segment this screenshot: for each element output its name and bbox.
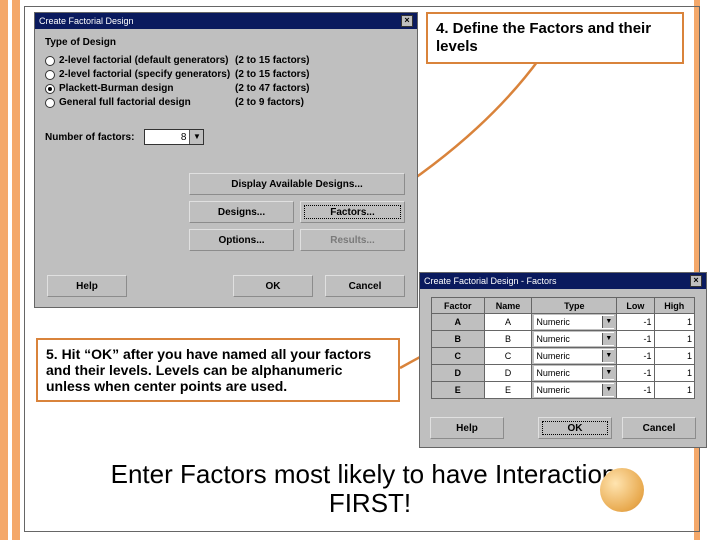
results-button: Results...	[300, 229, 405, 251]
factors-dialog: Create Factorial Design - Factors × Fact…	[419, 272, 707, 448]
type-cell[interactable]: Numeric▼	[532, 331, 617, 348]
options-button[interactable]: Options...	[189, 229, 294, 251]
column-header: Name	[484, 298, 532, 314]
factor-cell: B	[432, 331, 485, 348]
radio-icon	[45, 98, 55, 108]
high-cell[interactable]: 1	[654, 314, 694, 331]
low-cell[interactable]: -1	[617, 382, 654, 399]
factor-cell: C	[432, 348, 485, 365]
name-cell[interactable]: C	[484, 348, 532, 365]
instruction-text: Enter Factors most likely to have Intera…	[110, 460, 630, 517]
design-type-option[interactable]: 2-level factorial (default generators)(2…	[45, 55, 407, 66]
factors-button[interactable]: Factors...	[300, 201, 405, 223]
decorative-sphere	[600, 468, 644, 512]
ok-button[interactable]: OK	[538, 417, 612, 439]
column-header: High	[654, 298, 694, 314]
column-header: Factor	[432, 298, 485, 314]
dialog-titlebar: Create Factorial Design - Factors ×	[420, 273, 706, 289]
number-of-factors-value: 8	[145, 132, 189, 143]
cancel-button[interactable]: Cancel	[622, 417, 696, 439]
option-range: (2 to 9 factors)	[235, 97, 304, 108]
design-type-option[interactable]: Plackett-Burman design(2 to 47 factors)	[45, 83, 407, 94]
display-available-designs-button[interactable]: Display Available Designs...	[189, 173, 405, 195]
dialog-title: Create Factorial Design	[39, 16, 134, 26]
option-range: (2 to 47 factors)	[235, 83, 309, 94]
table-row: EENumeric▼-11	[432, 382, 695, 399]
high-cell[interactable]: 1	[654, 348, 694, 365]
factors-table: FactorNameTypeLowHigh AANumeric▼-11BBNum…	[431, 297, 695, 399]
cancel-button[interactable]: Cancel	[325, 275, 405, 297]
type-cell[interactable]: Numeric▼	[532, 365, 617, 382]
factor-cell: D	[432, 365, 485, 382]
option-range: (2 to 15 factors)	[235, 55, 309, 66]
callout-step-4: 4. Define the Factors and their levels	[426, 12, 684, 64]
option-label: Plackett-Burman design	[59, 83, 235, 94]
dialog-title: Create Factorial Design - Factors	[424, 276, 557, 286]
option-range: (2 to 15 factors)	[235, 69, 309, 80]
factor-cell: A	[432, 314, 485, 331]
name-cell[interactable]: B	[484, 331, 532, 348]
close-icon[interactable]: ×	[690, 275, 702, 287]
dialog-titlebar: Create Factorial Design ×	[35, 13, 417, 29]
table-row: AANumeric▼-11	[432, 314, 695, 331]
column-header: Low	[617, 298, 654, 314]
option-label: 2-level factorial (default generators)	[59, 55, 235, 66]
name-cell[interactable]: D	[484, 365, 532, 382]
type-of-design-label: Type of Design	[35, 29, 417, 52]
radio-icon	[45, 84, 55, 94]
callout-step-5: 5. Hit “OK” after you have named all you…	[36, 338, 400, 402]
number-of-factors-select[interactable]: 8 ▼	[144, 129, 204, 145]
design-type-option[interactable]: 2-level factorial (specify generators)(2…	[45, 69, 407, 80]
type-cell[interactable]: Numeric▼	[532, 382, 617, 399]
name-cell[interactable]: E	[484, 382, 532, 399]
column-header: Type	[532, 298, 617, 314]
radio-icon	[45, 70, 55, 80]
high-cell[interactable]: 1	[654, 365, 694, 382]
table-row: CCNumeric▼-11	[432, 348, 695, 365]
type-cell[interactable]: Numeric▼	[532, 314, 617, 331]
factor-cell: E	[432, 382, 485, 399]
chevron-down-icon: ▼	[602, 384, 614, 396]
name-cell[interactable]: A	[484, 314, 532, 331]
low-cell[interactable]: -1	[617, 365, 654, 382]
chevron-down-icon: ▼	[602, 367, 614, 379]
chevron-down-icon: ▼	[602, 350, 614, 362]
option-label: General full factorial design	[59, 97, 235, 108]
option-label: 2-level factorial (specify generators)	[59, 69, 235, 80]
chevron-down-icon: ▼	[189, 130, 203, 144]
table-row: DDNumeric▼-11	[432, 365, 695, 382]
chevron-down-icon: ▼	[602, 316, 614, 328]
help-button[interactable]: Help	[430, 417, 504, 439]
ok-button[interactable]: OK	[233, 275, 313, 297]
type-cell[interactable]: Numeric▼	[532, 348, 617, 365]
low-cell[interactable]: -1	[617, 331, 654, 348]
high-cell[interactable]: 1	[654, 331, 694, 348]
close-icon[interactable]: ×	[401, 15, 413, 27]
low-cell[interactable]: -1	[617, 314, 654, 331]
radio-icon	[45, 56, 55, 66]
create-factorial-design-dialog: Create Factorial Design × Type of Design…	[34, 12, 418, 308]
number-of-factors-label: Number of factors:	[45, 132, 134, 143]
designs-button[interactable]: Designs...	[189, 201, 294, 223]
design-type-option[interactable]: General full factorial design(2 to 9 fac…	[45, 97, 407, 108]
high-cell[interactable]: 1	[654, 382, 694, 399]
help-button[interactable]: Help	[47, 275, 127, 297]
low-cell[interactable]: -1	[617, 348, 654, 365]
chevron-down-icon: ▼	[602, 333, 614, 345]
table-row: BBNumeric▼-11	[432, 331, 695, 348]
